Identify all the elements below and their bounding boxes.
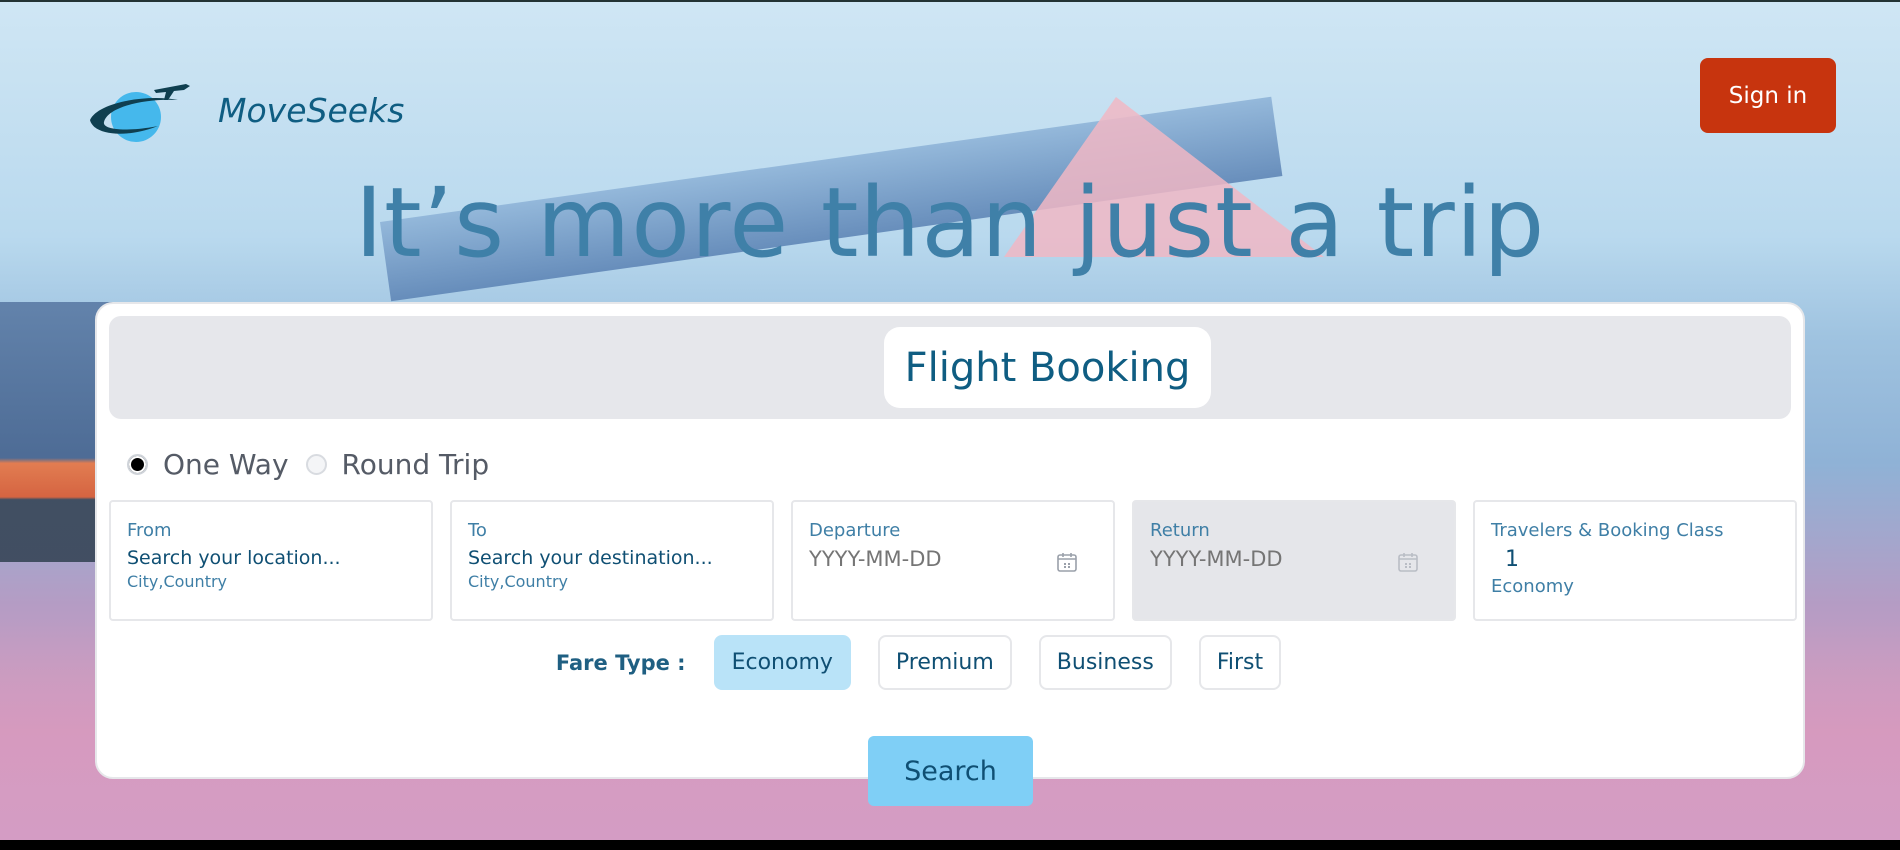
logo[interactable]: MoveSeeks xyxy=(88,80,404,150)
fare-first-button[interactable]: First xyxy=(1198,635,1282,690)
travelers-field[interactable]: Travelers & Booking Class 1 Economy xyxy=(1473,500,1797,621)
from-field[interactable]: From Search your location... City,Countr… xyxy=(109,500,433,621)
brand-name: MoveSeeks xyxy=(218,90,405,130)
fare-type-group: Fare Type : Economy Premium Business Fir… xyxy=(97,635,1807,690)
trip-type-group: One Way Round Trip xyxy=(127,448,506,481)
to-hint: City,Country xyxy=(468,572,569,591)
calendar-icon xyxy=(1398,553,1418,572)
flight-booking-card: Flight Booking One Way Round Trip From S… xyxy=(95,302,1805,779)
to-label: To xyxy=(468,520,487,541)
one-way-radio[interactable] xyxy=(127,454,148,475)
traveler-count: 1 xyxy=(1505,547,1519,572)
to-field[interactable]: To Search your destination... City,Count… xyxy=(450,500,774,621)
from-hint: City,Country xyxy=(127,572,228,591)
fare-economy-button[interactable]: Economy xyxy=(713,635,851,690)
hero-background: MoveSeeks Sign in It’s more than just a … xyxy=(0,0,1900,840)
fare-type-label: Fare Type : xyxy=(555,650,686,675)
departure-field[interactable]: Departure xyxy=(791,500,1115,621)
booking-class: Economy xyxy=(1491,576,1574,597)
one-way-label[interactable]: One Way xyxy=(163,448,289,481)
calendar-icon[interactable] xyxy=(1055,550,1079,574)
round-trip-radio[interactable] xyxy=(305,454,327,475)
round-trip-label[interactable]: Round Trip xyxy=(342,448,490,481)
sign-in-button[interactable]: Sign in xyxy=(1700,58,1836,133)
return-label: Return xyxy=(1150,520,1210,541)
return-field: Return xyxy=(1132,500,1456,621)
search-button[interactable]: Search xyxy=(868,736,1033,806)
from-label: From xyxy=(127,520,172,541)
booking-tab-bar: Flight Booking xyxy=(109,316,1791,419)
travelers-label: Travelers & Booking Class xyxy=(1491,520,1724,541)
return-date-input xyxy=(1150,547,1370,571)
departure-label: Departure xyxy=(809,520,901,541)
fare-business-button[interactable]: Business xyxy=(1038,635,1172,690)
hero-headline: It’s more than just a trip xyxy=(354,167,1546,279)
search-fields: From Search your location... City,Countr… xyxy=(109,500,1814,621)
fare-premium-button[interactable]: Premium xyxy=(877,635,1012,690)
globe-plane-icon xyxy=(90,84,190,142)
to-input[interactable]: Search your destination... xyxy=(468,547,756,569)
tab-flight-booking[interactable]: Flight Booking xyxy=(884,327,1211,408)
departure-date-input[interactable] xyxy=(809,547,1029,571)
from-input[interactable]: Search your location... xyxy=(127,547,415,569)
